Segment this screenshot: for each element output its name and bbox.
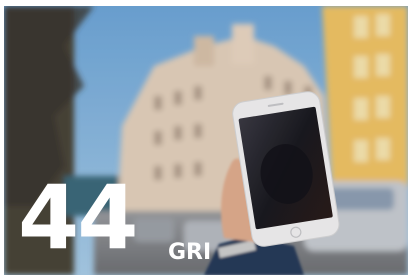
overlay-number: 44	[18, 166, 138, 269]
overlay-unit: GRI	[168, 240, 212, 265]
photo-frame: 44 GRI	[4, 6, 408, 275]
